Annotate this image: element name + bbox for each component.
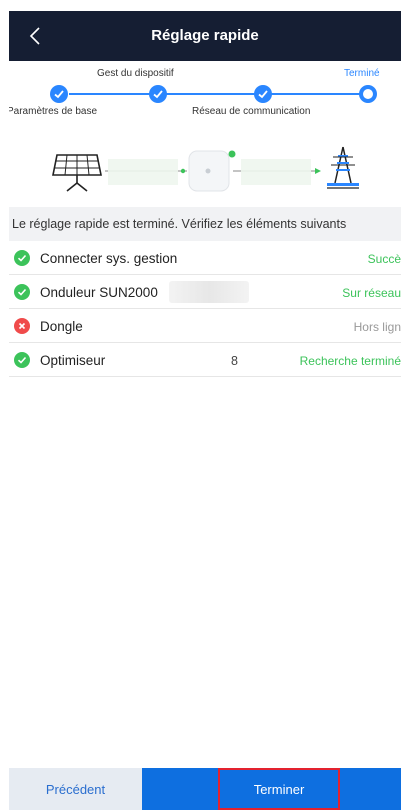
item-name: Connecter sys. gestion — [40, 251, 178, 266]
page-title: Réglage rapide — [151, 27, 259, 44]
item-status: Sur réseau — [342, 286, 401, 300]
item-status: Hors lign — [353, 320, 401, 334]
dongle-device-icon — [188, 150, 236, 192]
redacted-serial — [169, 281, 249, 303]
finish-button-area[interactable]: Terminer — [142, 768, 401, 810]
completion-notice: Le réglage rapide est terminé. Vérifiez … — [9, 207, 401, 241]
solar-panel-icon — [52, 154, 102, 192]
header-bar: Réglage rapide — [9, 11, 401, 61]
step-label-finished: Terminé — [344, 68, 380, 79]
item-name: Onduleur SUN2000 — [40, 285, 158, 300]
list-item: Optimiseur 8 Recherche terminé — [9, 343, 401, 377]
power-grid-tower-icon — [327, 146, 359, 189]
item-status: Succè — [367, 252, 401, 266]
success-icon — [14, 250, 30, 266]
list-item: Dongle Hors lign — [9, 309, 401, 343]
list-item: Onduleur SUN2000 Sur réseau — [9, 275, 401, 309]
list-item: Connecter sys. gestion Succè — [9, 241, 401, 275]
item-status: Recherche terminé — [299, 354, 401, 368]
item-count: 8 — [231, 354, 238, 368]
app-screen: Réglage rapide Gest du dispositif Termin… — [9, 11, 401, 810]
step-label-basic-settings: Paramètres de base — [9, 106, 98, 117]
finish-button[interactable]: Terminer — [218, 768, 340, 810]
step-2-check-icon — [149, 85, 167, 103]
item-name: Dongle — [40, 319, 83, 334]
item-name: Optimiseur — [40, 353, 106, 368]
step-4-current-icon — [359, 85, 377, 103]
footer-bar: Précédent Terminer — [9, 768, 401, 810]
step-label-communication-network: Réseau de communication — [192, 106, 311, 117]
progress-stepper: Gest du dispositif Terminé Paramètres de… — [9, 61, 401, 141]
success-icon — [14, 284, 30, 300]
system-diagram — [9, 141, 401, 201]
success-icon — [14, 352, 30, 368]
step-3-check-icon — [254, 85, 272, 103]
step-label-device-management: Gest du dispositif — [97, 68, 174, 79]
check-results-list: Connecter sys. gestion Succè Onduleur SU… — [9, 241, 401, 377]
step-connector-line — [69, 93, 369, 95]
error-icon — [14, 318, 30, 334]
previous-button[interactable]: Précédent — [9, 768, 142, 810]
step-1-check-icon — [50, 85, 68, 103]
